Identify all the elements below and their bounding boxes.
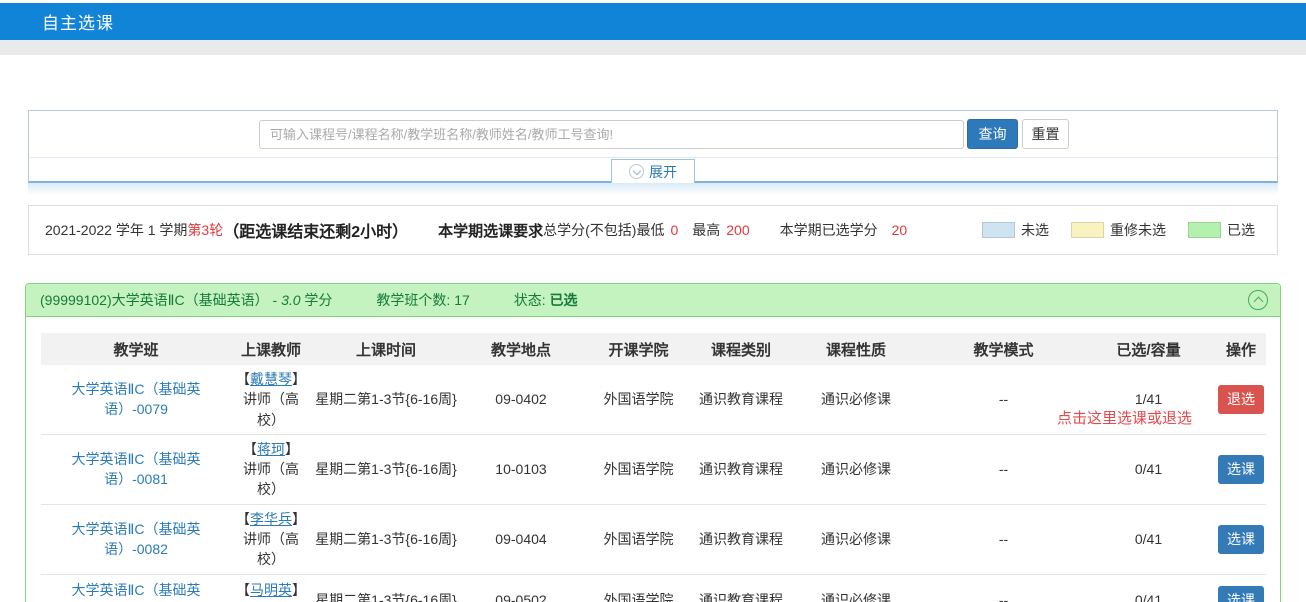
chevron-down-icon bbox=[629, 164, 644, 179]
table-row: 大学英语ⅡC（基础英语）-0082 【李华兵】 讲师（高校） 星期二第1-3节{… bbox=[41, 504, 1266, 574]
teacher-cell: 【李华兵】 bbox=[233, 509, 309, 529]
search-panel: 查询 重置 展开 bbox=[28, 110, 1278, 183]
college: 外国语学院 bbox=[581, 434, 696, 504]
page-title: 自主选课 bbox=[0, 9, 114, 34]
main-panel: 查询 重置 展开 2021-2022 学年 1 学期 第3轮 （距选课结束还剩2… bbox=[8, 55, 1298, 602]
col-nature: 课程性质 bbox=[786, 333, 926, 365]
teacher-title: 讲师（高校） bbox=[233, 529, 309, 570]
class-link[interactable]: 大学英语ⅡC（基础英语）-0079 bbox=[71, 381, 200, 417]
selected-credits: 20 bbox=[892, 222, 908, 238]
teaching-mode: -- bbox=[926, 574, 1081, 602]
course-category: 通识教育课程 bbox=[699, 529, 783, 549]
panel-shadow bbox=[28, 183, 1278, 195]
col-teacher: 上课教师 bbox=[231, 333, 311, 365]
term-text: 2021-2022 学年 1 学期 bbox=[45, 220, 187, 240]
course-status: 状态: 已选 bbox=[514, 290, 578, 310]
class-time: 星期二第1-3节{6-16周} bbox=[311, 434, 461, 504]
select-button[interactable]: 选课 bbox=[1218, 525, 1264, 554]
col-college: 开课学院 bbox=[581, 333, 696, 365]
max-credits: 200 bbox=[726, 222, 749, 238]
tutorial-annotation: 点击这里选课或退选 bbox=[1057, 407, 1192, 428]
teacher-link[interactable]: 李华兵 bbox=[250, 511, 292, 527]
col-time: 上课时间 bbox=[311, 333, 461, 365]
round-text: 第3轮 bbox=[187, 220, 223, 240]
table-header-row: 教学班 上课教师 上课时间 教学地点 开课学院 课程类别 课程性质 教学模式 已… bbox=[41, 333, 1266, 365]
class-location: 09-0402 bbox=[461, 365, 581, 434]
capacity: 0/41 bbox=[1081, 574, 1216, 602]
col-capacity: 已选/容量 bbox=[1081, 333, 1216, 365]
countdown-text: （距选课结束还剩2小时） bbox=[223, 218, 408, 242]
term-info-bar: 2021-2022 学年 1 学期 第3轮 （距选课结束还剩2小时） 本学期选课… bbox=[28, 205, 1278, 255]
search-input[interactable] bbox=[259, 120, 964, 149]
course-category: 通识教育课程 bbox=[699, 389, 783, 409]
class-location: 09-0502 bbox=[461, 574, 581, 602]
expand-toggle[interactable]: 展开 bbox=[611, 159, 695, 183]
course-title: (99999102)大学英语ⅡC（基础英语） - 3.0 学分 bbox=[40, 290, 332, 310]
header-divider bbox=[0, 40, 1306, 55]
select-button[interactable]: 选课 bbox=[1218, 455, 1264, 484]
class-time: 星期二第1-3节{6-16周} bbox=[311, 365, 461, 434]
select-button[interactable]: 选课 bbox=[1218, 586, 1264, 602]
status-legend: 未选 重修未选 已选 bbox=[982, 220, 1261, 240]
credit-rule-text: 总学分(不包括)最低 bbox=[543, 220, 664, 240]
unselected-swatch bbox=[982, 222, 1015, 238]
teacher-link[interactable]: 蒋珂 bbox=[257, 441, 285, 457]
min-credits: 0 bbox=[670, 222, 678, 238]
col-location: 教学地点 bbox=[461, 333, 581, 365]
unselected-label: 未选 bbox=[1021, 220, 1049, 240]
query-button[interactable]: 查询 bbox=[967, 119, 1018, 149]
course-header[interactable]: (99999102)大学英语ⅡC（基础英语） - 3.0 学分 教学班个数: 1… bbox=[26, 284, 1280, 317]
course-nature: 通识必修课 bbox=[786, 574, 926, 602]
col-action: 操作 bbox=[1216, 333, 1266, 365]
table-row: 大学英语ⅡC（基础英语）-0081 【蒋珂】 讲师（高校） 星期二第1-3节{6… bbox=[41, 434, 1266, 504]
selected-credits-label: 本学期已选学分 bbox=[780, 220, 878, 240]
withdraw-button[interactable]: 退选 bbox=[1218, 385, 1264, 414]
class-location: 10-0103 bbox=[461, 434, 581, 504]
sections-table: 教学班 上课教师 上课时间 教学地点 开课学院 课程类别 课程性质 教学模式 已… bbox=[41, 333, 1266, 602]
selected-swatch bbox=[1188, 222, 1221, 238]
chevron-up-icon bbox=[1253, 297, 1263, 307]
table-row: 大学英语ⅡC（基础英语）-0084 【马明英】 副教授 星期二第1-3节{6-1… bbox=[41, 574, 1266, 602]
teacher-title: 讲师（高校） bbox=[233, 459, 309, 500]
reset-button[interactable]: 重置 bbox=[1022, 119, 1069, 149]
col-category: 课程类别 bbox=[696, 333, 786, 365]
max-label: 最高 bbox=[692, 220, 720, 240]
teacher-cell: 【马明英】 bbox=[233, 580, 309, 600]
capacity: 0/41 bbox=[1081, 434, 1216, 504]
selected-label: 已选 bbox=[1227, 220, 1255, 240]
college: 外国语学院 bbox=[581, 365, 696, 434]
teaching-mode: -- bbox=[926, 504, 1081, 574]
teacher-cell: 【戴慧琴】 bbox=[233, 369, 309, 389]
app-header: 自主选课 bbox=[0, 3, 1306, 40]
course-table-body: 大学英语ⅡC（基础英语）-0079 【戴慧琴】 讲师（高校） 星期二第1-3节{… bbox=[41, 365, 1266, 602]
teacher-title: 讲师（高校） bbox=[233, 389, 309, 430]
class-time: 星期二第1-3节{6-16周} bbox=[311, 504, 461, 574]
class-link[interactable]: 大学英语ⅡC（基础英语）-0084 bbox=[71, 582, 200, 602]
course-nature: 通识必修课 bbox=[786, 365, 926, 434]
teaching-mode: -- bbox=[926, 434, 1081, 504]
teacher-cell: 【蒋珂】 bbox=[233, 439, 309, 459]
expand-label: 展开 bbox=[649, 162, 677, 182]
class-link[interactable]: 大学英语ⅡC（基础英语）-0082 bbox=[71, 521, 200, 557]
class-link[interactable]: 大学英语ⅡC（基础英语）-0081 bbox=[71, 451, 200, 487]
course-category: 通识教育课程 bbox=[699, 459, 783, 479]
capacity: 0/41 bbox=[1081, 504, 1216, 574]
college: 外国语学院 bbox=[581, 574, 696, 602]
class-count: 教学班个数: 17 bbox=[376, 290, 469, 310]
retake-swatch bbox=[1071, 222, 1104, 238]
requirement-label: 本学期选课要求 bbox=[438, 220, 543, 241]
col-mode: 教学模式 bbox=[926, 333, 1081, 365]
retake-label: 重修未选 bbox=[1110, 220, 1166, 240]
col-class: 教学班 bbox=[41, 333, 231, 365]
course-category: 通识教育课程 bbox=[699, 590, 783, 602]
teacher-link[interactable]: 戴慧琴 bbox=[250, 371, 292, 387]
college: 外国语学院 bbox=[581, 504, 696, 574]
teacher-link[interactable]: 马明英 bbox=[250, 582, 292, 598]
class-time: 星期二第1-3节{6-16周} bbox=[311, 574, 461, 602]
collapse-button[interactable] bbox=[1248, 290, 1268, 310]
course-nature: 通识必修课 bbox=[786, 504, 926, 574]
course-nature: 通识必修课 bbox=[786, 434, 926, 504]
class-location: 09-0404 bbox=[461, 504, 581, 574]
course-group: (99999102)大学英语ⅡC（基础英语） - 3.0 学分 教学班个数: 1… bbox=[25, 283, 1281, 602]
